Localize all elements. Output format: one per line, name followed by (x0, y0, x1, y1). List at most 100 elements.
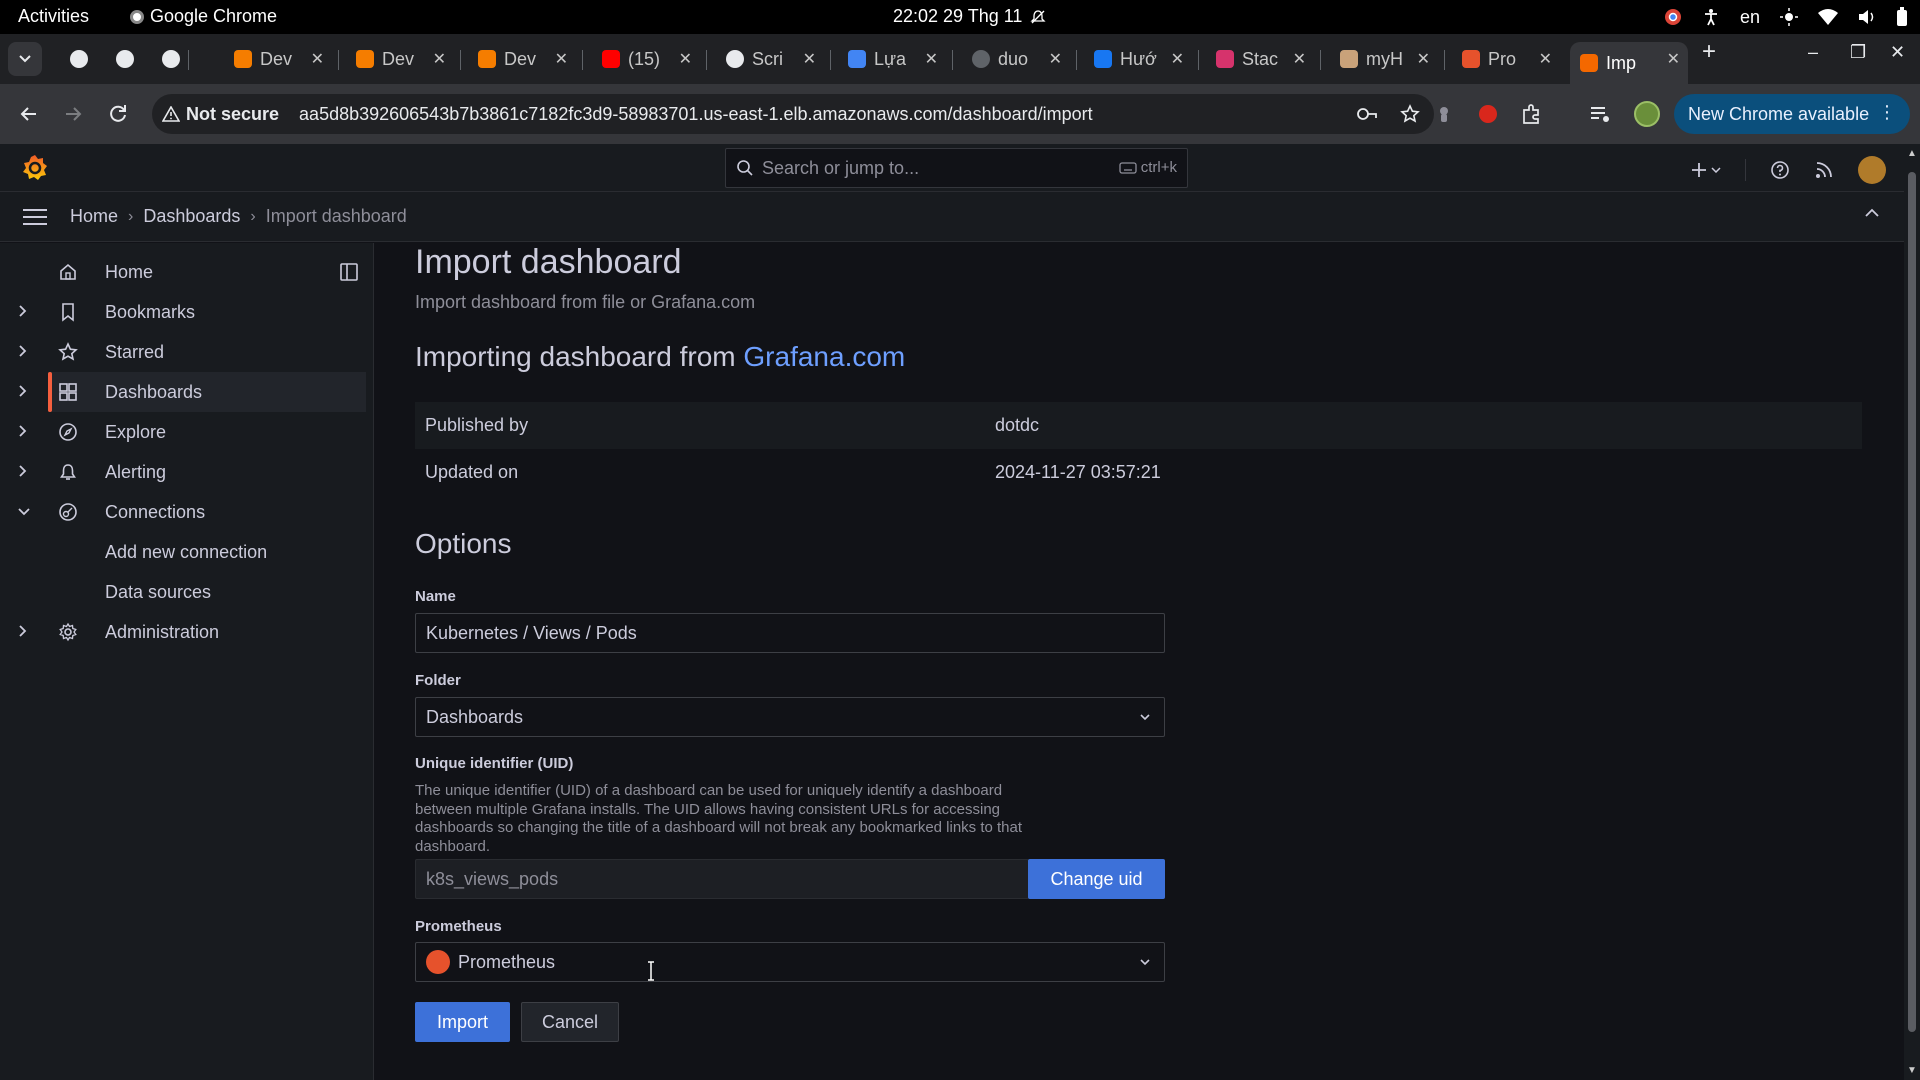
grafana-logo-icon[interactable] (20, 153, 50, 183)
close-tab-icon[interactable]: ✕ (1171, 49, 1184, 69)
volume-icon (1859, 10, 1874, 24)
forward-icon[interactable] (58, 99, 88, 129)
chevron-down-icon[interactable] (17, 507, 31, 517)
app-menu[interactable]: Google Chrome (130, 6, 277, 27)
browser-tab[interactable]: duo ✕ (962, 42, 1070, 76)
browser-tab[interactable]: Scri ✕ (716, 42, 824, 76)
breadcrumb-dashboards[interactable]: Dashboards (143, 206, 240, 227)
close-tab-icon[interactable]: ✕ (1049, 49, 1062, 69)
chrome-icon (130, 9, 144, 24)
close-tab-icon[interactable]: ✕ (1417, 49, 1430, 69)
sidebar-item-add-new-connection[interactable]: Add new connection (0, 532, 366, 572)
change-uid-button[interactable]: Change uid (1028, 859, 1165, 899)
close-tab-icon[interactable]: ✕ (679, 49, 692, 69)
github-icon (726, 50, 744, 68)
new-tab-button[interactable]: + (1702, 38, 1716, 66)
record-icon[interactable] (1476, 102, 1500, 126)
user-avatar[interactable] (1858, 156, 1886, 184)
breadcrumb-home[interactable]: Home (70, 206, 118, 227)
news-feed-icon[interactable] (1814, 160, 1834, 180)
chevron-up-icon[interactable] (1864, 208, 1880, 218)
grafana-com-link[interactable]: Grafana.com (743, 341, 905, 372)
chevron-right-icon[interactable] (18, 344, 28, 358)
close-tab-icon[interactable]: ✕ (311, 49, 324, 69)
battery-icon (1897, 7, 1907, 26)
sidebar-item-starred[interactable]: Starred (0, 332, 366, 372)
browser-tab[interactable]: Dev ✕ (224, 42, 332, 76)
browser-tab[interactable]: Lựa ✕ (838, 42, 946, 76)
chevron-right-icon[interactable] (18, 384, 28, 398)
minimize-button[interactable]: – (1808, 42, 1818, 63)
new-chrome-available-button[interactable]: New Chrome available ⋮ (1674, 94, 1910, 134)
page-scrollbar[interactable]: ▲ ▼ (1904, 144, 1920, 1080)
tab-search-button[interactable] (8, 42, 42, 76)
close-tab-icon[interactable]: ✕ (433, 49, 446, 69)
security-indicator[interactable]: Not secure (162, 104, 279, 125)
browser-tab[interactable]: Dev ✕ (468, 42, 576, 76)
chevron-right-icon[interactable] (18, 304, 28, 318)
sidebar-item-alerting[interactable]: Alerting (0, 452, 366, 492)
kebab-menu-icon[interactable]: ⋮ (1878, 102, 1896, 123)
reload-icon[interactable] (103, 99, 133, 129)
openai-icon (70, 50, 88, 68)
new-chrome-label: New Chrome available (1688, 103, 1870, 124)
browser-tab[interactable]: Hướ ✕ (1084, 42, 1192, 76)
sidebar-item-dashboards[interactable]: Dashboards (48, 372, 366, 412)
close-tab-icon[interactable]: ✕ (555, 49, 568, 69)
sidebar-item-administration[interactable]: Administration (0, 612, 366, 652)
sidebar-item-bookmarks[interactable]: Bookmarks (0, 292, 366, 332)
cancel-button[interactable]: Cancel (521, 1002, 619, 1042)
chevron-right-icon[interactable] (18, 624, 28, 638)
address-bar[interactable]: Not secure aa5d8b392606543b7b3861c7182fc… (152, 94, 1434, 134)
tab-label: (15) (628, 48, 661, 69)
sidebar-item-data-sources[interactable]: Data sources (0, 572, 366, 612)
bookmark-icon (62, 303, 74, 322)
password-key-icon[interactable] (1356, 104, 1378, 124)
browser-tab[interactable]: (15) ✕ (592, 42, 700, 76)
close-tab-icon[interactable]: ✕ (1539, 49, 1552, 69)
browser-tab[interactable]: Pro ✕ (1452, 42, 1560, 76)
back-icon[interactable] (14, 99, 44, 129)
prometheus-datasource-select[interactable]: Prometheus (415, 942, 1165, 982)
extension-icon[interactable] (1432, 102, 1456, 126)
folder-select[interactable]: Dashboards (415, 697, 1165, 737)
close-tab-icon[interactable]: ✕ (1293, 49, 1306, 69)
profile-avatar[interactable] (1634, 101, 1660, 127)
system-tray[interactable]: en (1664, 0, 1908, 34)
sidebar-item-home[interactable]: Home (0, 252, 366, 292)
close-tab-icon[interactable]: ✕ (803, 49, 816, 69)
youtube-icon (602, 50, 620, 68)
close-tab-icon[interactable]: ✕ (925, 49, 938, 69)
tab-label: Stac (1242, 48, 1279, 69)
browser-tab[interactable]: Stac ✕ (1206, 42, 1314, 76)
sidebar-item-explore[interactable]: Explore (0, 412, 366, 452)
search-bar[interactable]: Search or jump to... ctrl+k (725, 148, 1188, 188)
help-icon[interactable] (1770, 160, 1790, 180)
media-control-icon[interactable] (1588, 102, 1612, 126)
activities-button[interactable]: Activities (18, 6, 89, 27)
clock[interactable]: 22:02 29 Thg 11 (893, 6, 1047, 27)
new-menu-button[interactable] (1691, 162, 1721, 178)
chevron-right-icon[interactable] (18, 424, 28, 438)
menu-icon[interactable] (22, 208, 48, 226)
browser-tab[interactable]: myH ✕ (1330, 42, 1438, 76)
scroll-down-icon[interactable]: ▼ (1907, 1065, 1917, 1076)
browser-tab[interactable]: Imp ✕ (1570, 42, 1688, 84)
chevron-right-icon[interactable] (18, 464, 28, 478)
sidebar-item-connections[interactable]: Connections (0, 492, 366, 532)
close-window-button[interactable]: ✕ (1890, 42, 1905, 63)
browser-tab[interactable] (152, 42, 182, 76)
scrollbar-thumb[interactable] (1908, 172, 1916, 1032)
blogger-icon (478, 50, 496, 68)
import-button[interactable]: Import (415, 1002, 510, 1042)
browser-tab[interactable]: Dev ✕ (346, 42, 454, 76)
close-tab-icon[interactable]: ✕ (1667, 49, 1680, 69)
browser-tab[interactable] (106, 42, 136, 76)
scroll-up-icon[interactable]: ▲ (1907, 148, 1917, 159)
extensions-puzzle-icon[interactable] (1520, 102, 1544, 126)
browser-tab[interactable] (60, 42, 90, 76)
bookmark-star-icon[interactable] (1400, 104, 1420, 124)
name-input[interactable]: Kubernetes / Views / Pods (415, 613, 1165, 653)
options-heading: Options (415, 528, 512, 559)
maximize-button[interactable]: ❐ (1850, 42, 1866, 63)
